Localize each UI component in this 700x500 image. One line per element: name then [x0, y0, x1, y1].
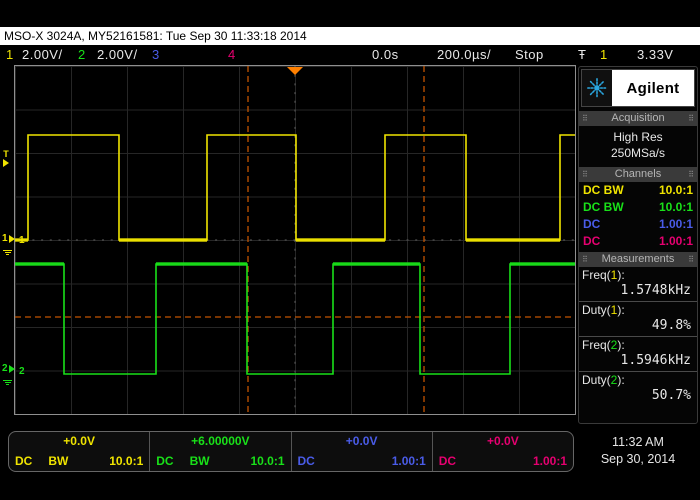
measurements-list: Freq(1): 1.5748kHz Duty(1): 49.8% Freq(2… [579, 267, 697, 423]
date-readout: Sep 30, 2014 [582, 451, 694, 468]
ch4-settings-row: DC1.00:1 [579, 233, 697, 250]
ch2-ground-marker[interactable]: 2 [2, 363, 15, 374]
ch1-ground-arrow-icon [9, 235, 15, 243]
acquisition-mode: High Res [579, 129, 697, 145]
measurement-value: 1.5946kHz [582, 353, 694, 369]
channels-header[interactable]: ⠿ Channels ⠿ [579, 167, 697, 182]
ch1-trace-label: 1 [19, 235, 25, 246]
acquisition-header[interactable]: ⠿ Acquisition ⠿ [579, 111, 697, 126]
trigger-level-readout: 3.33V [637, 45, 673, 65]
grip-dots-icon: ⠿ [688, 115, 694, 123]
measurements-header[interactable]: ⠿ Measurements ⠿ [579, 252, 697, 267]
ch4-offset: +0.0V [433, 432, 573, 451]
trigger-level-marker[interactable]: T [3, 150, 9, 167]
ch3-settings-row: DC1.00:1 [579, 216, 697, 233]
ch1-scale[interactable]: 2.00V/ [22, 45, 63, 65]
ch4-status-box[interactable]: +0.0V DC1.00:1 [432, 432, 573, 471]
ch2-settings-row: DC BW10.0:1 [579, 199, 697, 216]
ch1-ground-marker[interactable]: 1 [2, 233, 15, 244]
acquisition-info: High Res 250MSa/s [579, 126, 697, 165]
channels-info: DC BW10.0:1 DC BW10.0:1 DC1.00:1 DC1.00:… [579, 182, 697, 250]
oscilloscope-screen: MSO-X 3024A, MY52161581: Tue Sep 30 11:3… [0, 0, 700, 500]
ch1-number[interactable]: 1 [6, 45, 14, 65]
ch2-ground-icon [2, 379, 13, 385]
measurement-row: Freq(2): 1.5946kHz [579, 337, 697, 372]
sample-rate: 250MSa/s [579, 145, 697, 161]
run-state: Stop [515, 45, 544, 65]
ch4-number[interactable]: 4 [228, 45, 236, 65]
ch1-settings-row: DC BW10.0:1 [579, 182, 697, 199]
ch2-offset: +6.00000V [150, 432, 290, 451]
ch2-scale[interactable]: 2.00V/ [97, 45, 138, 65]
trigger-level-label: T [3, 150, 9, 159]
grip-dots-icon: ⠿ [582, 115, 588, 123]
ch2-status-box[interactable]: +6.00000V DCBW10.0:1 [149, 432, 290, 471]
status-bar: 1 2.00V/ 2 2.00V/ 3 4 0.0s 200.0µs/ Stop… [0, 45, 700, 65]
ch3-number[interactable]: 3 [152, 45, 160, 65]
ch2-trace-label: 2 [19, 366, 25, 377]
trigger-position-marker[interactable] [287, 67, 303, 75]
brand-name: Agilent [612, 70, 694, 106]
right-info-panel: Agilent ⠿ Acquisition ⠿ High Res 250MSa/… [578, 66, 698, 424]
waveform-display [15, 66, 575, 414]
top-black-strip [0, 0, 700, 27]
timebase-readout: 200.0µs/ [437, 45, 491, 65]
measurement-value: 49.8% [582, 318, 694, 334]
title-bar: MSO-X 3024A, MY52161581: Tue Sep 30 11:3… [0, 27, 700, 45]
clock: 11:32 AM Sep 30, 2014 [582, 434, 694, 468]
ch2-ground-arrow-icon [9, 365, 15, 373]
trigger-edge-icon: Ŧ [578, 45, 586, 65]
measurement-value: 50.7% [582, 388, 694, 404]
measurement-row: Duty(1): 49.8% [579, 302, 697, 337]
instrument-title: MSO-X 3024A, MY52161581: Tue Sep 30 11:3… [4, 29, 307, 43]
measurement-row: Freq(1): 1.5748kHz [579, 267, 697, 302]
measurement-value: 1.5748kHz [582, 283, 694, 299]
ch1-ground-icon [2, 249, 13, 255]
channel-status-bar: +0.0V DCBW10.0:1 +6.00000V DCBW10.0:1 +0… [8, 431, 574, 472]
ch1-offset: +0.0V [9, 432, 149, 451]
grip-dots-icon: ⠿ [688, 256, 694, 264]
ch3-offset: +0.0V [292, 432, 432, 451]
ch3-status-box[interactable]: +0.0V DC1.00:1 [291, 432, 432, 471]
grip-dots-icon: ⠿ [582, 171, 588, 179]
grip-dots-icon: ⠿ [688, 171, 694, 179]
measurement-row: Duty(2): 50.7% [579, 372, 697, 406]
brand-logo-box: Agilent [581, 69, 695, 107]
ch2-number[interactable]: 2 [78, 45, 86, 65]
trigger-level-arrow-icon [3, 159, 9, 167]
time-readout: 11:32 AM [582, 434, 694, 451]
delay-readout: 0.0s [372, 45, 399, 65]
grip-dots-icon: ⠿ [582, 256, 588, 264]
graticule [14, 65, 576, 415]
brand-starburst-icon [582, 70, 612, 106]
trigger-source: 1 [600, 45, 608, 65]
ch1-status-box[interactable]: +0.0V DCBW10.0:1 [9, 432, 149, 471]
